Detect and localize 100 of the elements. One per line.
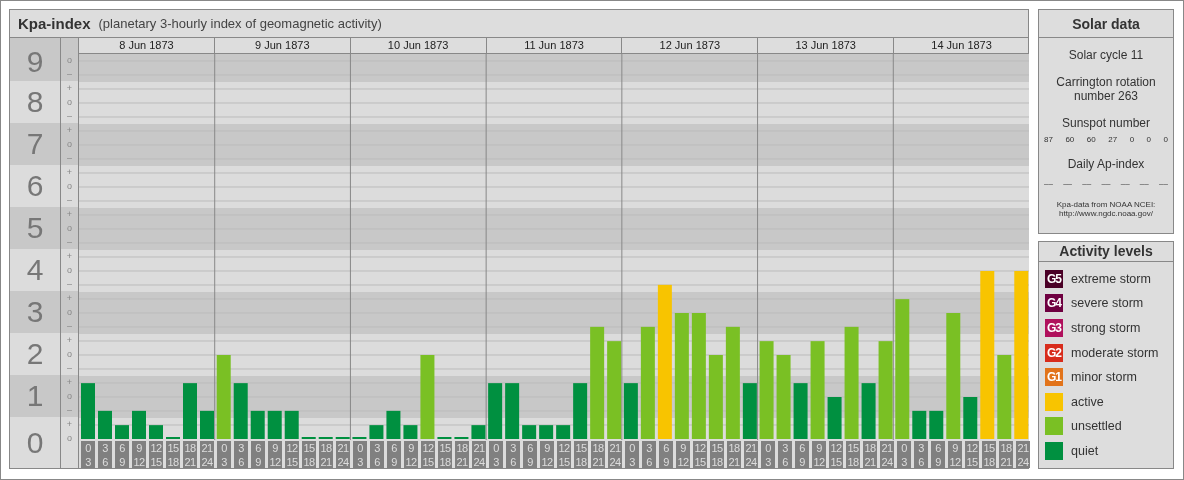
scale-mark: – bbox=[66, 68, 73, 81]
time-slot-label: 12 15 bbox=[149, 441, 163, 468]
time-slot-label: 0 3 bbox=[897, 441, 911, 468]
ap-index-value: –– bbox=[1044, 179, 1053, 188]
scale-mark: o bbox=[66, 96, 73, 109]
time-slot-label: 15 18 bbox=[302, 441, 316, 468]
day-label: 13 Jun 1873 bbox=[757, 38, 894, 53]
panel-title: Solar data bbox=[1039, 10, 1173, 38]
day-label: 11 Jun 1873 bbox=[485, 38, 622, 53]
day-label: 10 Jun 1873 bbox=[349, 38, 486, 53]
carrington-rotation: Carrington rotation number 263 bbox=[1055, 75, 1157, 103]
time-slot-label: 6 9 bbox=[931, 441, 945, 468]
time-slot-label: 0 3 bbox=[353, 441, 367, 468]
scale-mark: o bbox=[66, 432, 73, 445]
level-swatch: G3 bbox=[1045, 319, 1063, 338]
level-label: severe storm bbox=[1071, 296, 1144, 311]
time-slot-label: 18 21 bbox=[591, 441, 605, 468]
time-slot-label: 15 18 bbox=[166, 441, 180, 468]
time-slot-label: 21 24 bbox=[608, 441, 622, 468]
time-slot-label: 0 3 bbox=[625, 441, 639, 468]
sunspot-title: Sunspot number bbox=[1061, 116, 1151, 130]
sunspot-number: 0 bbox=[1129, 135, 1135, 144]
time-slot-label: 12 15 bbox=[557, 441, 571, 468]
time-slot-label: 21 24 bbox=[744, 441, 758, 468]
sunspot-number: 27 bbox=[1108, 135, 1118, 144]
level-label: strong storm bbox=[1071, 321, 1141, 336]
source-link[interactable]: http://www.ngdc.noaa.gov/ bbox=[1059, 209, 1153, 218]
scale-mark: – bbox=[66, 278, 73, 291]
time-slot-label: 9 12 bbox=[132, 441, 146, 468]
time-slot-label: 18 21 bbox=[863, 441, 877, 468]
ap-index-title: Daily Ap-index bbox=[1067, 157, 1145, 171]
time-slot-label: 3 6 bbox=[506, 441, 520, 468]
scale-mark: + bbox=[65, 376, 74, 389]
time-slot-label: 6 9 bbox=[659, 441, 673, 468]
scale-mark: – bbox=[66, 320, 73, 333]
time-slot-label: 6 9 bbox=[251, 441, 265, 468]
time-slot-label: 15 18 bbox=[982, 441, 996, 468]
scale-mark: – bbox=[66, 152, 73, 165]
time-slot-label: 12 15 bbox=[965, 441, 979, 468]
time-slot-label: 18 21 bbox=[727, 441, 741, 468]
time-slot-label: 9 12 bbox=[540, 441, 554, 468]
level-swatch: G5 bbox=[1045, 269, 1063, 288]
time-slot-label: 12 15 bbox=[421, 441, 435, 468]
scale-mark: – bbox=[66, 404, 73, 417]
sunspot-number: 60 bbox=[1086, 135, 1096, 144]
time-slot-label: 18 21 bbox=[319, 441, 333, 468]
scale-mark: – bbox=[66, 110, 73, 123]
panel-subtitle: (planetary 3-hourly index of geomagnetic activity) bbox=[98, 16, 382, 31]
time-slot-label: 9 12 bbox=[812, 441, 826, 468]
scale-mark: + bbox=[65, 166, 74, 179]
sunspot-number: 87 bbox=[1044, 135, 1053, 144]
ap-index-value: –– bbox=[1159, 179, 1168, 188]
panel-title: Activity levels bbox=[1039, 242, 1173, 262]
day-label: 14 Jun 1873 bbox=[893, 38, 1029, 53]
time-slot-label: 0 3 bbox=[217, 441, 231, 468]
time-slot-label: 9 12 bbox=[676, 441, 690, 468]
sunspot-number: 0 bbox=[1146, 135, 1152, 144]
time-slot-label: 21 24 bbox=[336, 441, 350, 468]
scale-mark: + bbox=[65, 334, 74, 347]
ap-index-value: –– bbox=[1082, 179, 1092, 188]
time-slot-label: 15 18 bbox=[846, 441, 860, 468]
time-slot-label: 3 6 bbox=[778, 441, 792, 468]
time-slot-label: 0 3 bbox=[761, 441, 775, 468]
ap-index-value: –– bbox=[1063, 179, 1073, 188]
level-label: quiet bbox=[1071, 444, 1099, 458]
scale-mark: o bbox=[66, 180, 73, 193]
ap-index-value: –– bbox=[1139, 179, 1149, 188]
level-label: moderate storm bbox=[1071, 345, 1159, 360]
level-swatch: G2 bbox=[1045, 343, 1063, 362]
time-slot-label: 3 6 bbox=[98, 441, 112, 468]
time-slot-label: 9 12 bbox=[404, 441, 418, 468]
scale-mark: + bbox=[65, 82, 74, 95]
time-slot-label: 15 18 bbox=[710, 441, 724, 468]
scale-mark: + bbox=[65, 208, 74, 221]
day-label: 8 Jun 1873 bbox=[118, 38, 175, 53]
time-slot-label: 0 3 bbox=[81, 441, 95, 468]
time-slot-label: 9 12 bbox=[268, 441, 282, 468]
time-slot-label: 15 18 bbox=[574, 441, 588, 468]
day-label: 9 Jun 1873 bbox=[213, 38, 350, 53]
time-slot-label: 6 9 bbox=[795, 441, 809, 468]
time-slot-label: 21 24 bbox=[880, 441, 894, 468]
level-swatch: G4 bbox=[1045, 294, 1063, 313]
scale-mark: o bbox=[66, 348, 73, 361]
scale-mark: – bbox=[66, 236, 73, 249]
time-slot-label: 21 24 bbox=[1016, 441, 1030, 468]
solar-cycle: Solar cycle 11 bbox=[1068, 48, 1144, 62]
axis-label: 0 bbox=[10, 417, 61, 468]
time-slot-label: 12 15 bbox=[693, 441, 707, 468]
time-slot-label: 3 6 bbox=[370, 441, 384, 468]
level-label: unsettled bbox=[1071, 419, 1122, 434]
scale-mark: + bbox=[65, 250, 74, 263]
time-slot-label: 12 15 bbox=[829, 441, 843, 468]
time-slot-label: 18 21 bbox=[999, 441, 1013, 468]
time-slot-label: 21 24 bbox=[200, 441, 214, 468]
time-slot-label: 0 3 bbox=[489, 441, 503, 468]
time-slot-label: 6 9 bbox=[387, 441, 401, 468]
level-label: minor storm bbox=[1071, 370, 1137, 385]
time-slot-label: 12 15 bbox=[285, 441, 299, 468]
data-source: Kpa-data from NOAA NCEI: bbox=[1056, 200, 1156, 209]
level-swatch: G1 bbox=[1045, 368, 1063, 387]
